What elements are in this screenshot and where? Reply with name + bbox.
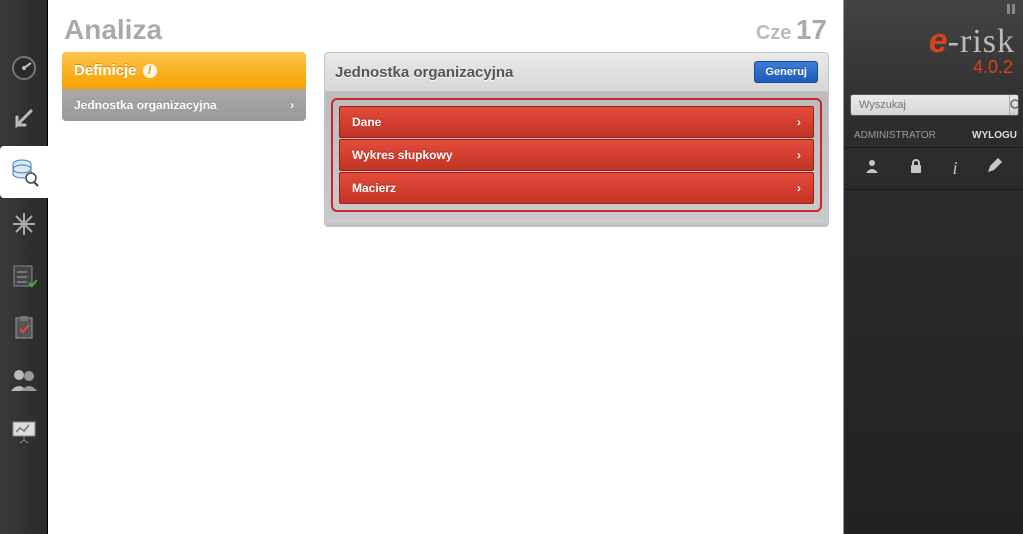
gauge-icon — [11, 55, 37, 81]
arrow-down-left-icon — [11, 107, 37, 133]
chevron-right-icon: › — [797, 115, 801, 129]
database-search-icon — [9, 157, 39, 187]
rail-dashboard[interactable] — [0, 42, 48, 94]
sidebar-toolbar: i — [844, 158, 1023, 190]
edit-icon[interactable] — [986, 158, 1002, 179]
page-title: Analiza — [64, 14, 162, 46]
info-icon: i — [143, 64, 157, 78]
brand-suffix: -risk — [948, 23, 1015, 60]
users-icon — [9, 367, 39, 393]
search-box — [850, 94, 1019, 116]
panel-footer-strip — [324, 219, 829, 227]
definitions-header[interactable]: Definicje i — [62, 52, 306, 89]
rail-database[interactable] — [0, 146, 48, 198]
left-column: Definicje i Jednostka organizacyjna › — [62, 52, 306, 227]
user-icon[interactable] — [864, 158, 880, 179]
rail-checklist[interactable] — [0, 250, 48, 302]
option-label: Wykres słupkowy — [352, 148, 453, 162]
date-month: Cze — [756, 22, 792, 44]
nav-item-org-unit[interactable]: Jednostka organizacyjna › — [62, 89, 306, 121]
main-panel: Analiza Cze 17 Definicje i Jednostka org… — [48, 0, 844, 534]
rail-tasks[interactable] — [0, 302, 48, 354]
search-button[interactable] — [1009, 95, 1019, 115]
rail-arrow[interactable] — [0, 94, 48, 146]
option-wykres[interactable]: Wykres słupkowy › — [339, 139, 814, 171]
nav-item-label: Jednostka organizacyjna — [74, 98, 217, 112]
brand-prefix: e — [929, 22, 948, 60]
sidebar: e-risk 4.0.2 ADMINISTRATOR WYLOGU i — [844, 0, 1023, 534]
date-display: Cze 17 — [756, 14, 827, 46]
definitions-label: Definicje — [74, 62, 137, 79]
drag-handle-icon[interactable] — [1007, 4, 1017, 10]
option-dane[interactable]: Dane › — [339, 106, 814, 138]
chevron-right-icon: › — [290, 98, 294, 112]
option-label: Macierz — [352, 181, 396, 195]
brand-logo: e-risk 4.0.2 — [844, 0, 1023, 78]
rail-structure[interactable] — [0, 198, 48, 250]
panel-header: Jednostka organizacyjna Generuj — [324, 52, 829, 92]
generate-button[interactable]: Generuj — [754, 61, 818, 83]
rail-presentation[interactable] — [0, 406, 48, 458]
info-icon[interactable]: i — [952, 158, 957, 179]
rail-users[interactable] — [0, 354, 48, 406]
main-header: Analiza Cze 17 — [58, 14, 833, 52]
option-macierz[interactable]: Macierz › — [339, 172, 814, 204]
date-day: 17 — [796, 14, 827, 45]
presentation-icon — [10, 419, 38, 445]
left-rail — [0, 0, 48, 534]
clipboard-check-icon — [11, 315, 37, 341]
logout-link[interactable]: WYLOGU — [972, 130, 1017, 141]
brand-version: 4.0.2 — [854, 57, 1015, 78]
axes-icon — [11, 211, 37, 237]
options-group: Dane › Wykres słupkowy › Macierz › — [331, 98, 822, 212]
chevron-right-icon: › — [797, 148, 801, 162]
checklist-icon — [11, 263, 37, 289]
lock-icon[interactable] — [909, 158, 923, 179]
option-label: Dane — [352, 115, 381, 129]
panel-body: Dane › Wykres słupkowy › Macierz › — [324, 92, 829, 219]
chevron-right-icon: › — [797, 181, 801, 195]
right-column: Jednostka organizacyjna Generuj Dane › W… — [324, 52, 829, 227]
search-icon — [1010, 99, 1019, 111]
user-bar: ADMINISTRATOR WYLOGU — [844, 130, 1023, 148]
user-label: ADMINISTRATOR — [854, 130, 936, 141]
search-input[interactable] — [851, 95, 1009, 115]
panel-title: Jednostka organizacyjna — [335, 64, 513, 81]
